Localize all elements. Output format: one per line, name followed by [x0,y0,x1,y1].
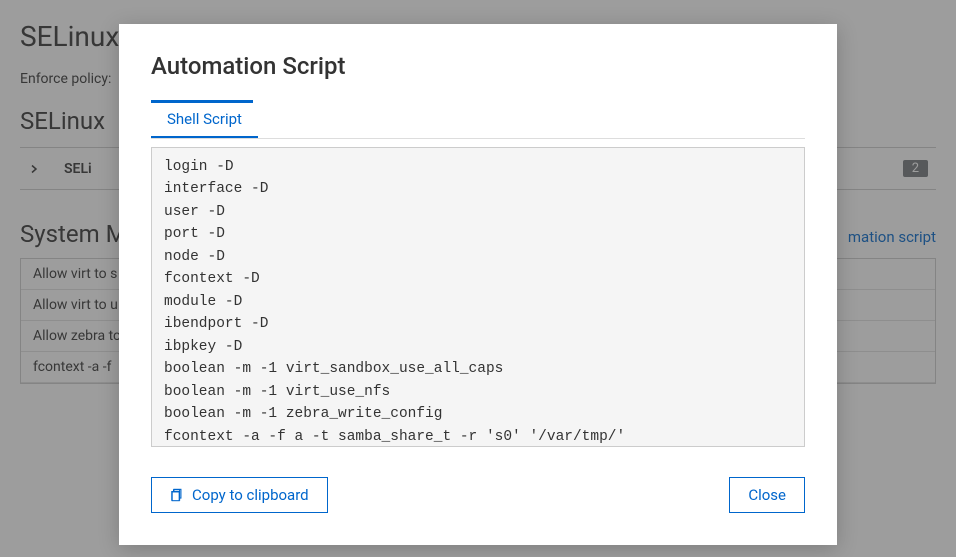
modal-title: Automation Script [151,52,805,80]
close-button[interactable]: Close [729,477,805,513]
modal-footer: Copy to clipboard Close [151,477,805,513]
script-content-area[interactable]: login -D interface -D user -D port -D no… [151,147,805,447]
copy-to-clipboard-button[interactable]: Copy to clipboard [151,477,328,513]
copy-icon [170,488,184,502]
copy-button-label: Copy to clipboard [192,486,309,504]
modal-overlay[interactable]: Automation Script Shell Script login -D … [0,0,956,557]
automation-script-modal: Automation Script Shell Script login -D … [119,24,837,545]
modal-tabs: Shell Script [151,103,805,139]
tab-shell-script[interactable]: Shell Script [151,102,258,138]
close-button-label: Close [748,486,786,504]
